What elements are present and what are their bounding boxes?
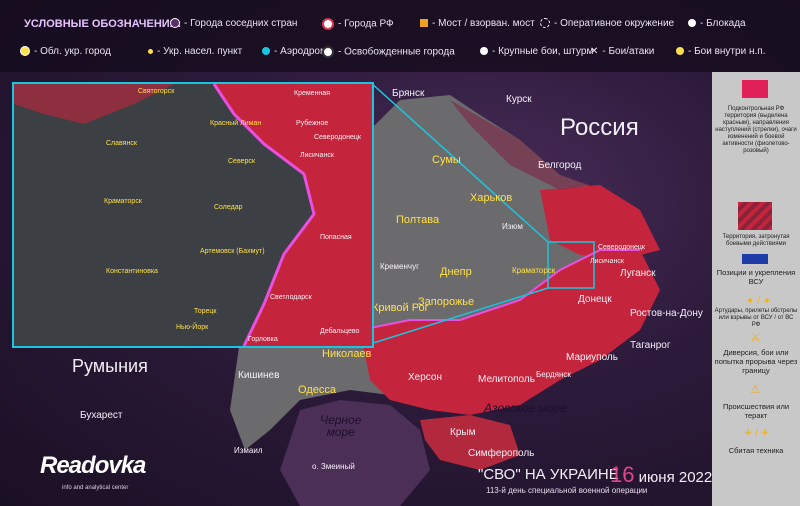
inset-label: Соледар [214, 204, 243, 211]
side-legend-text: Сбитая техника [728, 446, 784, 455]
city-donetsk: Донецк [578, 294, 612, 305]
city-mykolaiv: Николаев [322, 348, 372, 360]
city-odesa: Одесса [298, 384, 336, 396]
city-dnipro: Днепр [440, 266, 472, 278]
label-azov-sea: Азовское море [484, 401, 567, 415]
city-izium: Изюм [502, 222, 523, 231]
inset-label: Попасная [320, 234, 352, 241]
cross-icon: ✕ [590, 46, 599, 57]
legend-item: - Города соседних стран [170, 18, 297, 29]
inset-label: Горловка [248, 336, 278, 343]
legend-item: ✕ - Бои/атаки [590, 46, 655, 57]
legend-item: - Мост / взорван. мост [420, 18, 535, 29]
legend-item: - Блокада [688, 18, 746, 29]
inset-label: Святогорск [138, 88, 175, 95]
side-legend-text: Подконтрольная РФ территория (выделена к… [715, 106, 797, 154]
footer-month-year: июня 2022 [638, 469, 713, 486]
inset-label: Краматорск [104, 198, 142, 205]
hatched-area-icon [738, 202, 772, 230]
city-severodonetsk: Северодонецк [598, 244, 645, 251]
inset-label: Константиновка [106, 268, 158, 275]
label-crimea: Крым [450, 427, 476, 438]
inset-label: Лисичанск [300, 152, 334, 159]
inset-label: Торецк [194, 308, 217, 315]
footer-day: 16 [610, 462, 635, 487]
sabotage-icon: ⚔ [750, 330, 761, 344]
legend-item: - Города РФ [322, 18, 394, 30]
side-legend-text: Диверсия, бои или попытка прорыва через … [714, 348, 798, 375]
city-chisinau: Кишинев [238, 370, 280, 381]
inset-label: Кременная [294, 90, 330, 97]
legend-item: - Оперативное окружение [540, 18, 674, 29]
legend-item: - Бои внутри н.п. [676, 46, 765, 57]
city-kramatorsk: Краматорск [512, 266, 556, 275]
warning-icon: ⚠ [750, 382, 761, 396]
inset-map: Святогорск Кременная Красный Лиман Рубеж… [12, 82, 374, 348]
inset-label: Светлодарск [270, 294, 312, 301]
inset-label: Славянск [106, 140, 137, 147]
city-mariupol: Мариуполь [566, 352, 618, 363]
inset-label: Красный Лиман [210, 120, 262, 127]
footer-date: 16 июня 2022 [610, 462, 712, 488]
label-romania: Румыния [72, 356, 148, 376]
legend-item: - Крупные бои, штурм [480, 46, 593, 57]
city-kryvyi-rih: Кривой Рог [372, 302, 429, 314]
city-kremenchuk: Кременчуг [380, 262, 420, 271]
city-melitopol: Мелитополь [478, 374, 535, 385]
city-poltava: Полтава [396, 214, 440, 226]
city-kharkiv: Харьков [470, 192, 513, 204]
city-rostov: Ростов-на-Дону [630, 308, 703, 319]
legend-title: УСЛОВНЫЕ ОБОЗНАЧЕНИЯ: [24, 18, 182, 30]
inset-label: Рубежное [296, 120, 329, 127]
footer-title: "СВО" НА УКРАИНЕ [478, 466, 619, 483]
side-legend-text: Позиции и укрепления ВСУ [716, 268, 796, 286]
footer-subtitle: 113-й день специальной военной операции [486, 486, 648, 495]
city-simferopol: Симферополь [468, 448, 535, 459]
logo-tagline: info and analytical center [62, 485, 129, 491]
legend-item: - Аэродром [262, 46, 327, 57]
city-lysychansk: Лисичанск [590, 258, 624, 265]
label-black-sea: Черное море [320, 413, 362, 439]
city-luhansk: Луганск [620, 268, 656, 279]
legend-item: - Освобожденные города [322, 46, 455, 58]
crimea [420, 415, 520, 470]
legend-item: - Укр. насел. пункт [148, 46, 242, 57]
side-legend-text: Артудары, прилеты обстрелы или взрывы от… [714, 308, 798, 328]
city-taganrog: Таганрог [630, 340, 671, 351]
side-legend-text: Территория, затронутая боевыми действиям… [722, 234, 790, 247]
label-russia: Россия [560, 114, 639, 141]
readovka-logo: Readovka [40, 452, 146, 479]
inset-label: Северодонецк [314, 134, 361, 141]
city-belgorod: Белгород [538, 160, 582, 171]
legend: УСЛОВНЫЕ ОБОЗНАЧЕНИЯ: - Города соседних … [0, 0, 800, 72]
city-berdiansk: Бердянск [536, 370, 571, 379]
side-legend-text: Происшествия или теракт [722, 402, 790, 420]
city-sumy: Сумы [432, 154, 461, 166]
inset-label: Дебальцево [320, 328, 360, 335]
city-zmiinyi: о. Змеиный [312, 462, 355, 471]
inset-label: Артемовск (Бахмут) [200, 248, 265, 255]
city-izmail: Измаил [234, 446, 263, 455]
side-legend: Подконтрольная РФ территория (выделена к… [712, 72, 800, 506]
label-bucharest: Бухарест [80, 410, 123, 421]
russia-flag-icon [742, 80, 768, 98]
city-kursk: Курск [506, 94, 532, 105]
artillery-icon: ✦ / ✦ [746, 296, 772, 307]
ua-positions-icon [742, 254, 768, 264]
downed-equipment-icon: ✈ / ✈ [744, 428, 770, 439]
city-kherson: Херсон [408, 372, 442, 383]
inset-label: Северск [228, 158, 255, 165]
legend-item: - Обл. укр. город [20, 46, 111, 57]
map-stage: { "legend": { "title": "УСЛОВНЫЕ ОБОЗНАЧ… [0, 0, 800, 506]
inset-label: Нью-Йорк [176, 324, 209, 331]
city-bryansk: Брянск [392, 88, 425, 99]
